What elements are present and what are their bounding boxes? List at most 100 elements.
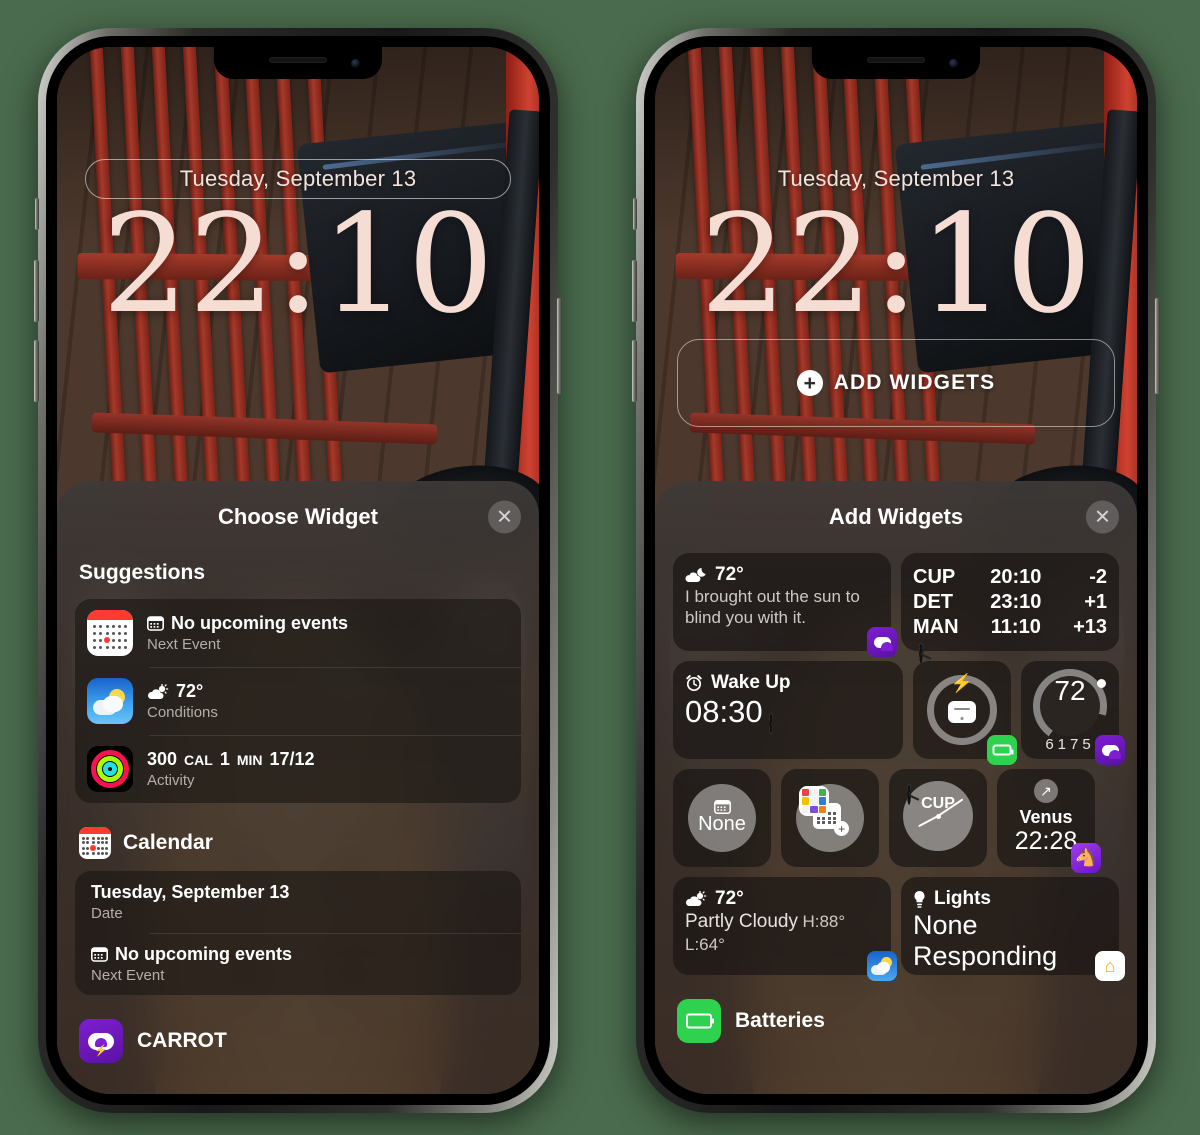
volume-up-button[interactable]	[632, 260, 637, 322]
group-header-label: CARROT	[137, 1029, 227, 1052]
widget-row: 72° Partly Cloudy H:88° L:64° Lights Non…	[673, 877, 1125, 981]
list-item-title: Tuesday, September 13	[91, 882, 290, 902]
widget-world-clock[interactable]: CUP 20:10 -2 DET 23:10 +1 MAN 11:10 +13	[901, 553, 1119, 664]
widget-airpods-battery[interactable]: ⚡	[913, 661, 1017, 765]
weather-app-icon	[867, 951, 897, 981]
screen-right: Tuesday, September 13 22:10 + ADD WIDGET…	[655, 47, 1137, 1094]
list-item-subtitle: Activity	[147, 772, 195, 789]
list-item-subtitle: Next Event	[91, 967, 165, 984]
widget-carrot-gauge[interactable]: 72 6175	[1021, 661, 1125, 765]
front-camera-icon	[351, 59, 360, 68]
batteries-app-icon	[987, 735, 1017, 765]
calendar-app-icon	[87, 610, 133, 656]
city-time: 20:10	[990, 566, 1042, 588]
widget-temp: 72°	[715, 888, 744, 909]
lock-clock: 22:10	[700, 186, 1092, 344]
iphone-left: Tuesday, September 13 22:10 Choose Widge…	[34, 28, 562, 1113]
close-icon[interactable]: ✕	[1086, 500, 1119, 534]
side-power-button[interactable]	[1155, 298, 1160, 394]
volume-down-button[interactable]	[632, 340, 637, 402]
volume-up-button[interactable]	[34, 260, 39, 322]
speaker-grille-icon	[269, 57, 327, 63]
city-code: MAN	[913, 616, 959, 638]
list-item[interactable]: No upcoming events Next Event	[75, 599, 521, 667]
list-item[interactable]: Tuesday, September 13 Date	[75, 871, 521, 933]
list-item-subtitle: Conditions	[147, 704, 218, 721]
widget-wake-up-alarm[interactable]: Wake Up 08:30	[673, 661, 903, 759]
suggestions-card: No upcoming events Next Event 72° Condit…	[75, 599, 521, 803]
arrow-up-right-icon: ↗	[1034, 779, 1058, 803]
calendar-glyph	[147, 616, 164, 631]
list-item-title: 72°	[147, 681, 218, 702]
home-app-icon: ⌂	[1095, 951, 1125, 981]
analog-clock-face: CUP	[903, 781, 973, 852]
list-item[interactable]: No upcoming events Next Event	[75, 933, 521, 995]
calendar-glyph	[713, 800, 731, 814]
moon-cloud-glyph	[685, 568, 706, 583]
weather-condition: Partly Cloudy	[685, 911, 798, 932]
city-time: 11:10	[990, 616, 1041, 638]
batteries-app-icon	[677, 999, 721, 1043]
widget-title: 72°	[685, 564, 879, 586]
activity-app-icon	[87, 746, 133, 792]
group-header-carrot[interactable]: ⚡ CARROT	[79, 1019, 521, 1063]
none-label: None	[698, 813, 746, 835]
widget-home-lights[interactable]: Lights None Responding ⌂	[901, 877, 1125, 981]
carrot-weather-app-icon	[867, 627, 897, 657]
city-offset: -2	[1089, 566, 1107, 588]
night-sky-app-icon: 🐴	[1071, 843, 1101, 873]
widget-row: None + CUP ↗ Venus 22:28 🐴	[673, 769, 1119, 873]
alarm-label: Wake Up	[711, 672, 791, 693]
choose-widget-sheet: Choose Widget ✕ Suggestions No upcoming …	[57, 481, 539, 1094]
widget-cupertino-analog-clock[interactable]: CUP	[889, 769, 987, 867]
clock-app-icon	[919, 643, 923, 664]
widget-grid: 72° I brought out the sun to blind you w…	[673, 553, 1125, 981]
widget-row: 72° I brought out the sun to blind you w…	[673, 553, 1119, 664]
sheet-title: Add Widgets	[828, 504, 964, 529]
group-header-batteries[interactable]: Batteries	[677, 999, 1119, 1043]
gauge-low: 61	[1045, 736, 1070, 753]
group-header-label: Batteries	[735, 1009, 825, 1032]
side-power-button[interactable]	[557, 298, 562, 394]
sheet-header: Choose Widget ✕	[57, 481, 539, 553]
widget-title: Wake Up	[685, 672, 891, 694]
volume-down-button[interactable]	[34, 340, 39, 402]
list-item[interactable]: 300 CAL 1 MIN 17/12 Activity	[75, 735, 521, 803]
city-code: CUP	[913, 566, 956, 588]
group-header-calendar[interactable]: Calendar	[79, 827, 521, 859]
city-offset: +1	[1084, 591, 1107, 613]
group-header-label: Calendar	[123, 831, 213, 854]
silent-switch[interactable]	[35, 198, 39, 230]
list-item-label: No upcoming events	[171, 613, 349, 633]
sheet-header: Add Widgets ✕	[655, 481, 1137, 553]
city-offset: +13	[1073, 616, 1107, 638]
list-item-title: 300 CAL 1 MIN 17/12	[147, 749, 315, 770]
close-icon[interactable]: ✕	[488, 500, 521, 534]
widget-body-text: I brought out the sun to blind you with …	[685, 587, 860, 628]
list-item-subtitle: Date	[91, 905, 123, 922]
airpods-case-icon	[948, 700, 976, 723]
front-camera-icon	[949, 59, 958, 68]
add-widgets-label: ADD WIDGETS	[833, 371, 996, 394]
list-item[interactable]: 72° Conditions	[75, 667, 521, 735]
calendar-widgets-card: Tuesday, September 13 Date No upcoming e…	[75, 871, 521, 995]
widget-carrot-conditions[interactable]: 72° I brought out the sun to blind you w…	[673, 553, 897, 657]
lights-label: Lights	[934, 888, 991, 909]
widget-calendar-none[interactable]: None	[673, 769, 771, 867]
widget-title: 72°	[685, 888, 879, 910]
display-notch	[214, 47, 382, 79]
silent-switch[interactable]	[633, 198, 637, 230]
lock-clock[interactable]: 22:10	[57, 189, 539, 342]
widget-night-sky-venus[interactable]: ↗ Venus 22:28 🐴	[997, 769, 1101, 873]
calendar-glyph	[91, 947, 108, 962]
add-widgets-sheet: Add Widgets ✕ 72° I brought out the sun …	[655, 481, 1137, 1094]
gauge-range: 6175	[1021, 736, 1119, 753]
fantastical-app-icon	[799, 786, 829, 816]
lightbulb-icon	[914, 890, 925, 908]
activity-unit-cal: CAL	[184, 751, 213, 768]
calendar-app-icon	[79, 827, 111, 859]
list-item-subtitle: Next Event	[147, 636, 221, 653]
widget-fantastical-add[interactable]: +	[781, 769, 879, 867]
widget-weather-conditions[interactable]: 72° Partly Cloudy H:88° L:64°	[673, 877, 897, 981]
add-widgets-placeholder[interactable]: + ADD WIDGETS	[677, 339, 1115, 427]
